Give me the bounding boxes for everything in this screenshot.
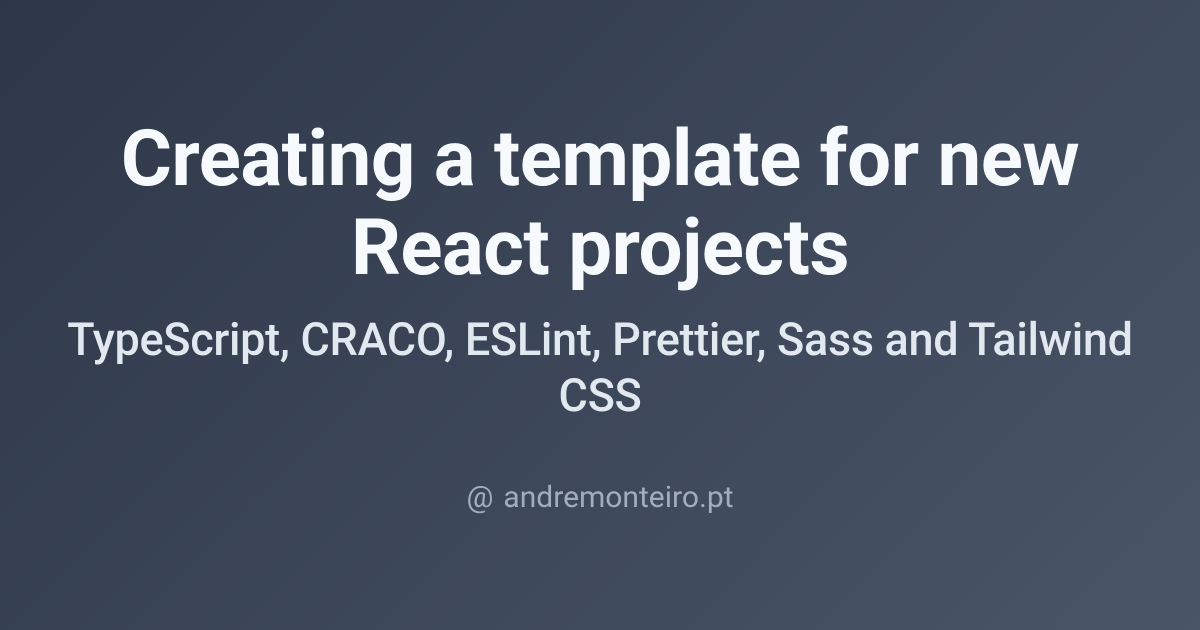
attribution: @ andremonteiro.pt <box>466 480 733 515</box>
page-title: Creating a template for new React projec… <box>60 115 1140 294</box>
page-subtitle: TypeScript, CRACO, ESLint, Prettier, Sas… <box>60 312 1140 425</box>
at-symbol-icon: @ <box>466 480 493 515</box>
attribution-domain: andremonteiro.pt <box>503 480 733 515</box>
